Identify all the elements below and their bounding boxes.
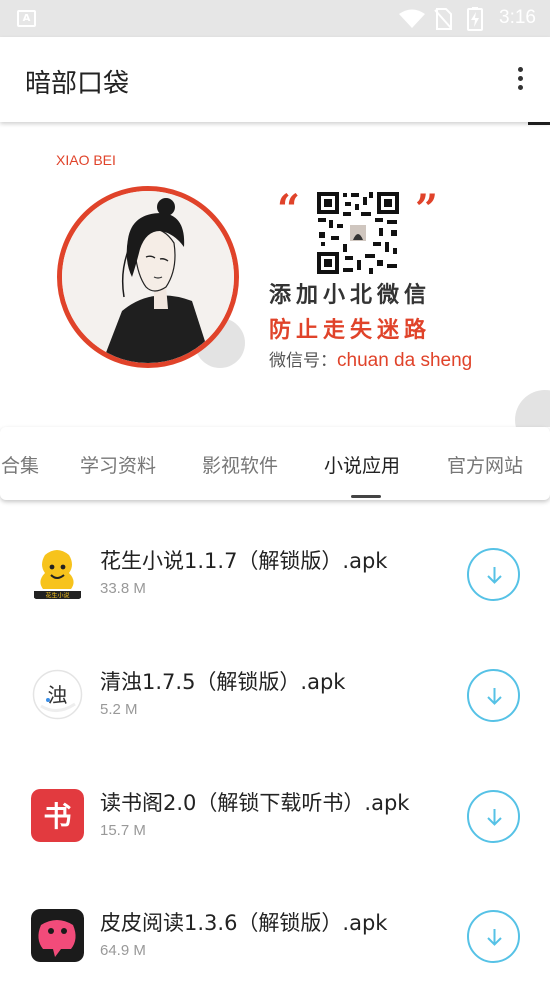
wechat-id-label: 微信号： bbox=[269, 351, 337, 371]
download-arrow-icon bbox=[487, 929, 502, 946]
download-button[interactable] bbox=[467, 548, 520, 601]
download-arrow-icon bbox=[487, 567, 502, 584]
file-name: 清浊1.7.5（解锁版）.apk bbox=[100, 670, 346, 694]
list-item[interactable]: 皮皮阅读1.3.6（解锁版）.apk 64.9 M bbox=[0, 862, 550, 983]
app-title: 暗部口袋 bbox=[25, 69, 130, 99]
decor-bubble bbox=[515, 390, 550, 427]
tab-official-site[interactable]: 官方网站 bbox=[447, 451, 523, 478]
download-button[interactable] bbox=[467, 790, 520, 843]
wechat-id-value: chuan da sheng bbox=[337, 350, 473, 371]
tab-study-materials[interactable]: 学习资料 bbox=[80, 451, 156, 478]
list-item[interactable]: 浊 清浊1.7.5（解锁版）.apk 5.2 M bbox=[0, 621, 550, 742]
category-tabs: 合集 学习资料 影视软件 小说应用 官方网站 bbox=[0, 427, 550, 500]
file-size: 15.7 M bbox=[100, 822, 146, 839]
avatar bbox=[57, 186, 239, 368]
file-name: 皮皮阅读1.3.6（解锁版）.apk bbox=[100, 911, 388, 935]
no-sim-icon bbox=[434, 8, 452, 30]
download-button[interactable] bbox=[467, 669, 520, 722]
qingzhuo-icon: 浊 bbox=[31, 668, 84, 721]
pipi-reading-icon bbox=[31, 909, 84, 962]
download-button[interactable] bbox=[467, 910, 520, 963]
file-size: 33.8 M bbox=[100, 580, 146, 597]
dushuge-icon: 书 bbox=[31, 789, 84, 842]
tab-novel-apps[interactable]: 小说应用 bbox=[324, 451, 400, 478]
file-name: 读书阁2.0（解锁下载听书）.apk bbox=[100, 791, 410, 815]
more-vert-icon[interactable] bbox=[514, 67, 526, 93]
promo-banner: XIAO BEI “ ” 添加小北微信 防止走失迷路 微信号：chuan da … bbox=[0, 122, 550, 427]
svg-text:浊: 浊 bbox=[48, 683, 68, 707]
avatar-illustration bbox=[62, 191, 234, 363]
wechat-id-row: 微信号：chuan da sheng bbox=[269, 346, 472, 372]
list-item[interactable]: 书 读书阁2.0（解锁下载听书）.apk 15.7 M bbox=[0, 742, 550, 863]
download-arrow-icon bbox=[487, 688, 502, 705]
tab-indicator bbox=[351, 495, 381, 498]
wifi-icon bbox=[399, 9, 425, 28]
quote-close-icon: ” bbox=[415, 186, 439, 233]
peanut-novel-icon: 花生小说 bbox=[31, 547, 84, 600]
file-size: 64.9 M bbox=[100, 942, 146, 959]
banner-line2: 防止走失迷路 bbox=[269, 318, 432, 343]
banner-corner-mark bbox=[528, 122, 550, 125]
tab-video-apps[interactable]: 影视软件 bbox=[202, 451, 278, 478]
tab-collection[interactable]: 合集 bbox=[1, 451, 39, 478]
svg-text:花生小说: 花生小说 bbox=[45, 592, 69, 600]
status-bar: A 3:16 bbox=[0, 0, 550, 37]
svg-text:书: 书 bbox=[43, 800, 71, 833]
qr-code-icon bbox=[315, 190, 401, 276]
banner-line1: 添加小北微信 bbox=[269, 283, 432, 308]
banner-name-tag: XIAO BEI bbox=[56, 152, 116, 168]
download-arrow-icon bbox=[487, 809, 502, 826]
quote-open-icon: “ bbox=[277, 186, 301, 233]
status-time: 3:16 bbox=[499, 7, 536, 28]
a-icon: A bbox=[17, 10, 36, 27]
battery-charging-icon bbox=[467, 7, 483, 31]
app-bar: 暗部口袋 bbox=[0, 37, 550, 122]
list-item[interactable]: 花生小说 花生小说1.1.7（解锁版）.apk 33.8 M bbox=[0, 500, 550, 621]
file-name: 花生小说1.1.7（解锁版）.apk bbox=[100, 549, 388, 573]
file-size: 5.2 M bbox=[100, 701, 138, 718]
